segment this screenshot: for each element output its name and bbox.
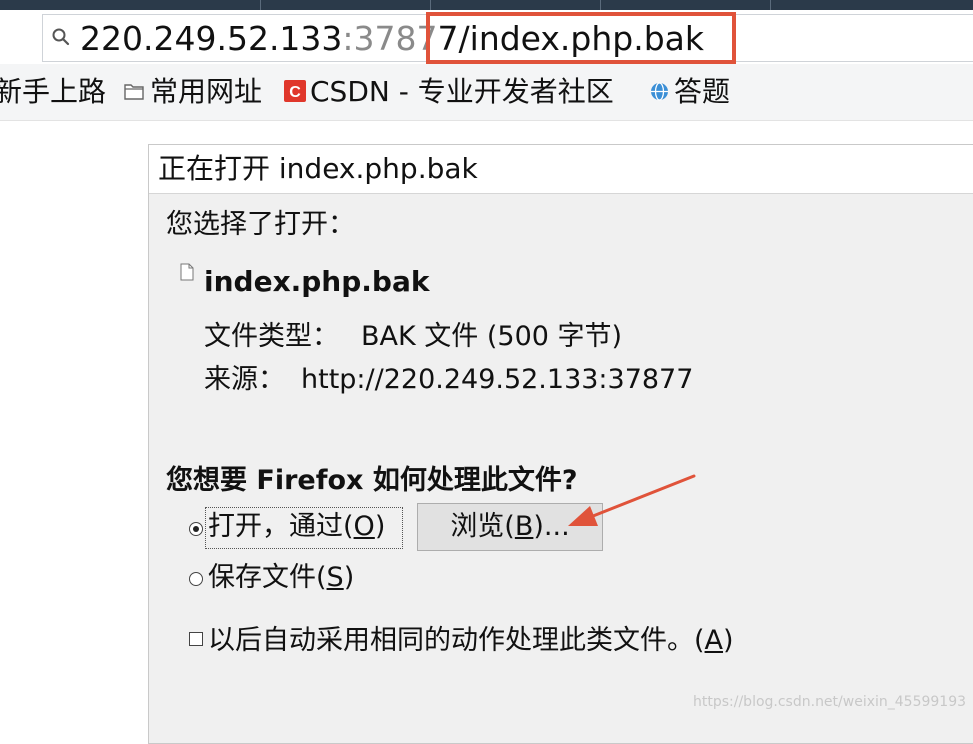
open-with-accesskey: O: [353, 511, 375, 542]
auto-action-accesskey: A: [704, 625, 724, 656]
url-host: 220.249.52.133: [80, 19, 343, 58]
source-label: 来源：: [204, 364, 285, 395]
open-with-label[interactable]: 打开，通过(O): [208, 508, 385, 546]
tab-separator: [770, 0, 771, 10]
bookmark-item-quiz[interactable]: 答题: [674, 72, 730, 112]
globe-icon: [651, 82, 668, 101]
tab-separator: [600, 0, 601, 10]
save-file-label[interactable]: 保存文件(S): [208, 559, 354, 597]
csdn-logo-icon: C: [284, 80, 306, 102]
handling-question: 您想要 Firefox 如何处理此文件?: [166, 465, 578, 496]
watermark: https://blog.csdn.net/weixin_45599193: [693, 694, 967, 710]
url-port: :3787: [342, 19, 438, 58]
browse-text: 浏览(: [450, 511, 515, 542]
open-with-text: 打开，通过(: [208, 511, 354, 542]
svg-text:C: C: [289, 84, 301, 101]
url-path: 7/index.php.bak: [437, 19, 704, 58]
folder-icon: [124, 84, 144, 100]
bookmark-item-newbie[interactable]: 新手上路: [0, 72, 106, 112]
tab-strip: [0, 0, 973, 10]
auto-action-end: ): [723, 625, 734, 656]
save-file-end: ): [343, 562, 355, 593]
source-value: http://220.249.52.133:37877: [301, 364, 694, 395]
bookmark-label: 新手上路: [0, 75, 107, 108]
save-file-accesskey: S: [326, 562, 344, 593]
address-bar-url[interactable]: 220.249.52.133:37877/index.php.bak: [80, 17, 704, 61]
bookmark-item-csdn[interactable]: CSDN - 专业开发者社区: [310, 72, 614, 112]
bookmark-item-common-sites[interactable]: 常用网址: [150, 72, 262, 112]
auto-action-label[interactable]: 以后自动采用相同的动作处理此类文件。(A): [208, 622, 734, 660]
auto-action-text: 以后自动采用相同的动作处理此类文件。(: [208, 625, 705, 656]
tab-separator: [260, 0, 261, 10]
file-name: index.php.bak: [204, 265, 430, 298]
auto-action-checkbox[interactable]: [189, 632, 203, 646]
file-icon: [180, 263, 194, 281]
save-file-radio[interactable]: [189, 572, 203, 586]
bookmark-label: 答题: [674, 75, 731, 108]
file-type-label: 文件类型：: [204, 321, 339, 352]
open-with-end: ): [374, 511, 386, 542]
annotation-arrow-icon: [568, 474, 696, 526]
open-with-radio[interactable]: [189, 522, 203, 536]
browse-accesskey: B: [514, 511, 534, 542]
save-file-text: 保存文件(: [208, 562, 327, 593]
bookmark-label: 常用网址: [150, 75, 263, 108]
tab-separator: [430, 0, 431, 10]
dialog-title: 正在打开 index.php.bak: [158, 152, 478, 185]
bookmark-label: CSDN - 专业开发者社区: [310, 75, 614, 108]
search-icon: [52, 28, 70, 46]
file-type-value: BAK 文件 (500 字节): [361, 321, 623, 352]
dialog-intro-text: 您选择了打开：: [166, 209, 355, 240]
